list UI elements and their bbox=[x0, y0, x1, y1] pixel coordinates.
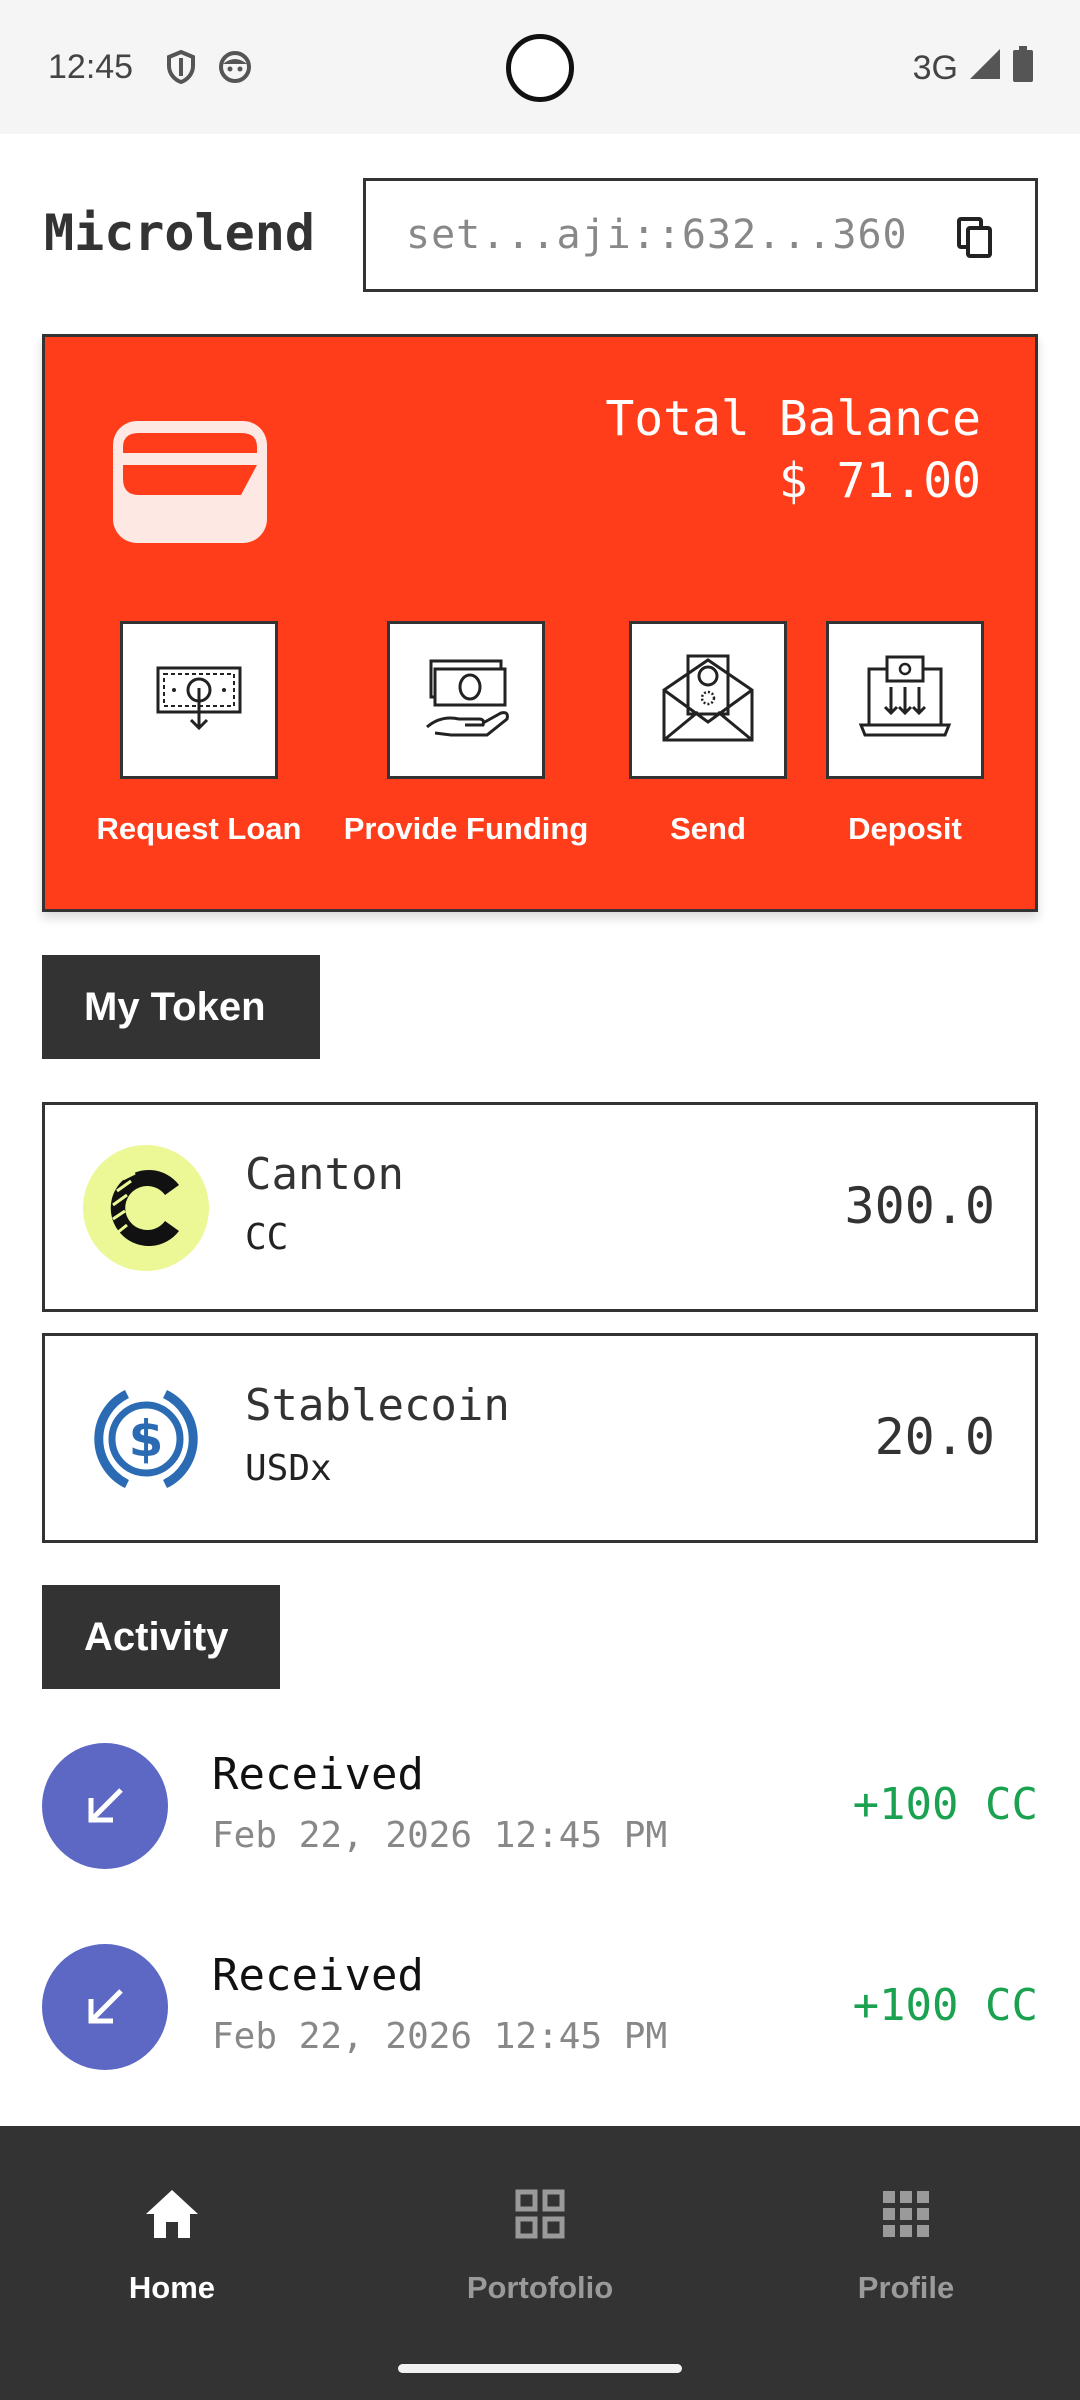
status-notification-icons bbox=[166, 49, 252, 89]
send-button[interactable]: Send bbox=[629, 621, 787, 846]
nav-portofolio[interactable]: Portofolio bbox=[390, 2176, 690, 2306]
deposit-label: Deposit bbox=[848, 811, 962, 846]
bottom-navigation: Home Portofolio Profile bbox=[0, 2126, 1080, 2400]
account-address: set...aji::632...360 bbox=[406, 212, 908, 258]
face-icon bbox=[218, 50, 252, 89]
provide-funding-label: Provide Funding bbox=[343, 811, 589, 846]
nav-profile-label: Profile bbox=[857, 2270, 955, 2305]
nav-home[interactable]: Home bbox=[22, 2176, 322, 2306]
activity-item[interactable]: Received Feb 22, 2026 12:45 PM +100 CC bbox=[42, 1944, 1038, 2070]
nav-home-label: Home bbox=[128, 2270, 216, 2305]
token-name: Stablecoin bbox=[245, 1380, 510, 1431]
balance-card: Total Balance $ 71.00 Request Loan Provi… bbox=[42, 334, 1038, 912]
activity-date: Feb 22, 2026 12:45 PM bbox=[212, 1815, 668, 1856]
activity-heading-text: Activity bbox=[84, 1614, 229, 1659]
copy-icon[interactable] bbox=[955, 217, 995, 264]
token-card-stablecoin[interactable]: $ Stablecoin USDx 20.0 bbox=[42, 1333, 1038, 1543]
wallet-icon bbox=[111, 419, 269, 550]
request-loan-icon bbox=[154, 658, 244, 743]
token-amount: 20.0 bbox=[874, 1408, 995, 1466]
app-title: Microlend bbox=[44, 204, 315, 262]
received-arrow-icon bbox=[42, 1743, 168, 1869]
home-indicator[interactable] bbox=[398, 2364, 682, 2373]
status-time: 12:45 bbox=[48, 48, 134, 86]
nav-profile[interactable]: Profile bbox=[756, 2176, 1056, 2306]
send-label: Send bbox=[670, 811, 746, 846]
usd-coin-logo-icon: $ bbox=[83, 1376, 209, 1502]
network-type: 3G bbox=[912, 49, 958, 87]
activity-heading: Activity bbox=[42, 1585, 280, 1689]
request-loan-label: Request Loan bbox=[96, 811, 302, 846]
activity-date: Feb 22, 2026 12:45 PM bbox=[212, 2016, 668, 2057]
deposit-button[interactable]: Deposit bbox=[826, 621, 984, 846]
status-bar: 12:45 3G bbox=[0, 0, 1080, 134]
activity-amount: +100 CC bbox=[852, 1779, 1038, 1830]
battery-icon bbox=[1012, 46, 1034, 91]
apps-icon bbox=[883, 2190, 929, 2242]
received-arrow-icon bbox=[42, 1944, 168, 2070]
status-system-icons: 3G bbox=[913, 46, 1034, 91]
activity-title: Received bbox=[212, 1950, 424, 2001]
provide-funding-button[interactable]: Provide Funding bbox=[344, 621, 588, 846]
send-envelope-icon bbox=[660, 650, 756, 751]
provide-funding-icon bbox=[421, 653, 511, 748]
grid-icon bbox=[515, 2189, 565, 2244]
activity-item[interactable]: Received Feb 22, 2026 12:45 PM +100 CC bbox=[42, 1743, 1038, 1869]
token-symbol: CC bbox=[245, 1217, 289, 1258]
token-amount: 300.0 bbox=[844, 1177, 995, 1235]
canton-logo-icon bbox=[83, 1145, 209, 1271]
token-card-canton[interactable]: Canton CC 300.0 bbox=[42, 1102, 1038, 1312]
my-token-heading: My Token bbox=[42, 955, 320, 1059]
activity-amount: +100 CC bbox=[852, 1980, 1038, 2031]
my-token-heading-text: My Token bbox=[84, 984, 266, 1029]
balance-label: Total Balance bbox=[605, 391, 981, 447]
balance-amount: $ 71.00 bbox=[778, 453, 981, 509]
signal-icon bbox=[968, 47, 1002, 90]
activity-title: Received bbox=[212, 1749, 424, 1800]
home-icon bbox=[144, 2188, 200, 2245]
shield-icon bbox=[166, 49, 196, 89]
account-address-box[interactable]: set...aji::632...360 bbox=[363, 178, 1038, 292]
token-symbol: USDx bbox=[245, 1448, 332, 1489]
deposit-laptop-icon bbox=[857, 653, 953, 748]
nav-portofolio-label: Portofolio bbox=[466, 2270, 614, 2305]
camera-cutout bbox=[506, 34, 574, 102]
token-name: Canton bbox=[245, 1149, 404, 1200]
request-loan-button[interactable]: Request Loan bbox=[97, 621, 301, 846]
svg-text:$: $ bbox=[129, 1410, 164, 1468]
